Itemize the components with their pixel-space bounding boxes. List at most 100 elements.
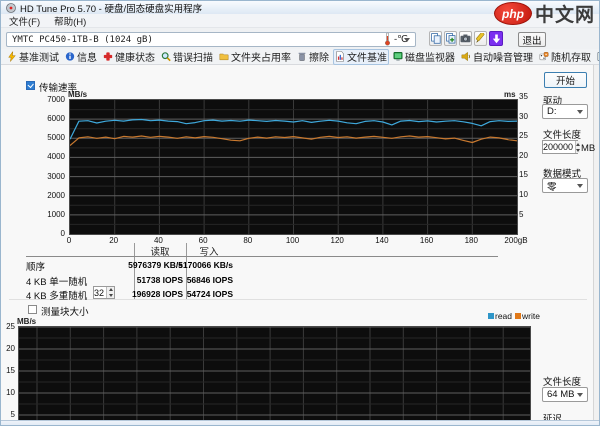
chevron-down-icon: [577, 110, 583, 114]
axis-tick-label: 5000: [3, 133, 65, 142]
axis-tick-label: 1000: [3, 210, 65, 219]
screenshot-button[interactable]: [459, 31, 472, 46]
axis-tick-label: 6000: [3, 114, 65, 123]
block-file-length-value: 64 MB: [547, 389, 574, 400]
toolbar-tab-benchmark[interactable]: 基准测试: [5, 49, 61, 65]
hdtune-window: HD Tune Pro 5.70 - 硬盘/固态硬盘实用程序 php 中文网 文…: [0, 0, 600, 426]
block-size-chart: [19, 327, 530, 420]
data-pattern-select[interactable]: 零: [542, 178, 588, 193]
section-divider: [9, 299, 587, 300]
axis-tick-label: 15: [1, 366, 15, 375]
axis-tick-label: 25: [519, 131, 537, 140]
drive-select[interactable]: YMTC PC450-1TB-B (1024 gB): [6, 32, 416, 47]
copy-button[interactable]: [429, 31, 442, 46]
axis-tick-label: 40: [142, 236, 174, 245]
file-length-label: 文件长度: [543, 127, 581, 141]
table-header-rule: [26, 256, 498, 257]
disk-monitor-icon: [393, 51, 403, 62]
toolbar-tab-extra-tests[interactable]: 附加测试: [595, 49, 600, 65]
transfer-rate-checkbox[interactable]: [26, 81, 35, 90]
aam-icon: [461, 51, 471, 62]
write-result-value: 56846 IOPS: [157, 275, 233, 285]
axis-tick-label: 20: [98, 236, 130, 245]
axis-tick-label: 20: [519, 151, 537, 160]
axis-tick-label: 100: [277, 236, 309, 245]
legend-swatch: [515, 313, 521, 319]
legend: readwrite: [488, 311, 540, 321]
save-results-button[interactable]: [489, 31, 503, 46]
toolbar-tab-random-access[interactable]: 随机存取: [537, 49, 593, 65]
legend-item-read: read: [488, 311, 512, 321]
axis-tick-label: 80: [232, 236, 264, 245]
target-drive-select[interactable]: D:: [542, 104, 588, 119]
chevron-down-icon: [577, 184, 583, 188]
php-logo-badge: php: [494, 2, 532, 25]
write-result-value: 5170066 KB/s: [157, 260, 233, 270]
toolbar-tab-file-benchmark[interactable]: 文件基准: [333, 49, 389, 65]
toolbar-tab-erase[interactable]: 擦除: [295, 49, 331, 65]
transfer-rate-plot: [69, 99, 518, 235]
drive-select-value: YMTC PC450-1TB-B (1024 gB): [12, 35, 153, 45]
block-size-checkbox[interactable]: [28, 305, 37, 314]
drive-bar: YMTC PC450-1TB-B (1024 gB) -℃: [1, 28, 599, 50]
file-length-unit: MB: [581, 143, 595, 154]
exit-button[interactable]: 退出: [518, 32, 546, 47]
axis-tick-label: 3000: [3, 172, 65, 181]
pen-icon: [475, 33, 486, 44]
axis-tick-label: 60: [187, 236, 219, 245]
window-bottom-frame: [1, 420, 599, 426]
folder-icon: [219, 51, 229, 62]
legend-swatch: [488, 313, 494, 319]
axis-tick-label: 20: [1, 344, 15, 353]
window-title: HD Tune Pro 5.70 - 硬盘/固态硬盘实用程序: [20, 1, 202, 15]
file-length-value[interactable]: 200000: [543, 141, 575, 153]
block-size-plot: [18, 326, 531, 420]
result-row-label: 4 KB 单一随机: [26, 274, 87, 288]
axis-tick-label: 2000: [3, 191, 65, 200]
toolbar-tab-folder-usage[interactable]: 文件夹占用率: [217, 49, 293, 65]
toolbar-tab-aam[interactable]: 自动噪音管理: [459, 49, 535, 65]
file-benchmark-icon: [335, 51, 345, 62]
data-pattern-value: 零: [547, 179, 557, 193]
block-file-length-select[interactable]: 64 MB: [542, 387, 588, 402]
toolbar: 基准测试信息健康状态错误扫描文件夹占用率擦除文件基准磁盘监视器自动噪音管理随机存…: [1, 49, 599, 65]
camera-icon: [460, 34, 471, 43]
copy-add-icon: [446, 33, 456, 44]
axis-tick-label: 10: [1, 388, 15, 397]
info-icon: [65, 51, 75, 62]
toolbar-tab-health[interactable]: 健康状态: [101, 49, 157, 65]
result-row-label: 4 KB 多重随机: [26, 288, 87, 302]
axis-tick-label: 30: [519, 112, 537, 121]
menu-file[interactable]: 文件(F): [9, 14, 40, 28]
block-size-checkbox-label: 测量块大小: [41, 304, 89, 318]
file-length-spinner[interactable]: 200000: [542, 140, 578, 154]
y-axis-unit-block: MB/s: [17, 317, 36, 326]
download-arrow-icon: [492, 34, 501, 44]
legend-item-write: write: [515, 311, 540, 321]
axis-tick-label: 7000: [3, 95, 65, 104]
php-logo-text: 中文网: [535, 0, 595, 27]
toolbar-tab-disk-monitor[interactable]: 磁盘监视器: [391, 49, 457, 65]
temperature-readout: -℃: [394, 34, 408, 45]
axis-tick-label: 4000: [3, 152, 65, 161]
chevron-down-icon: [577, 393, 583, 397]
result-row-label: 顺序: [26, 259, 45, 273]
php-cn-logo: php 中文网: [494, 2, 595, 25]
axis-tick-label: 15: [519, 170, 537, 179]
axis-tick-label: 120: [321, 236, 353, 245]
menu-help[interactable]: 帮助(H): [54, 14, 86, 28]
error-scan-icon: [161, 51, 171, 62]
toolbar-tab-error-scan[interactable]: 错误扫描: [159, 49, 215, 65]
toolbar-tab-info[interactable]: 信息: [63, 49, 99, 65]
highlight-button[interactable]: [474, 31, 487, 46]
transfer-rate-chart: [70, 100, 517, 234]
axis-tick-label: 180: [455, 236, 487, 245]
write-result-value: 54724 IOPS: [157, 289, 233, 299]
axis-tick-label: 140: [366, 236, 398, 245]
file-length-down-button[interactable]: [576, 147, 580, 153]
health-icon: [103, 51, 113, 62]
axis-tick-label: 160: [411, 236, 443, 245]
copy-add-button[interactable]: [444, 31, 457, 46]
block-file-length-label: 文件长度: [543, 374, 581, 388]
start-button[interactable]: 开始: [544, 72, 587, 88]
